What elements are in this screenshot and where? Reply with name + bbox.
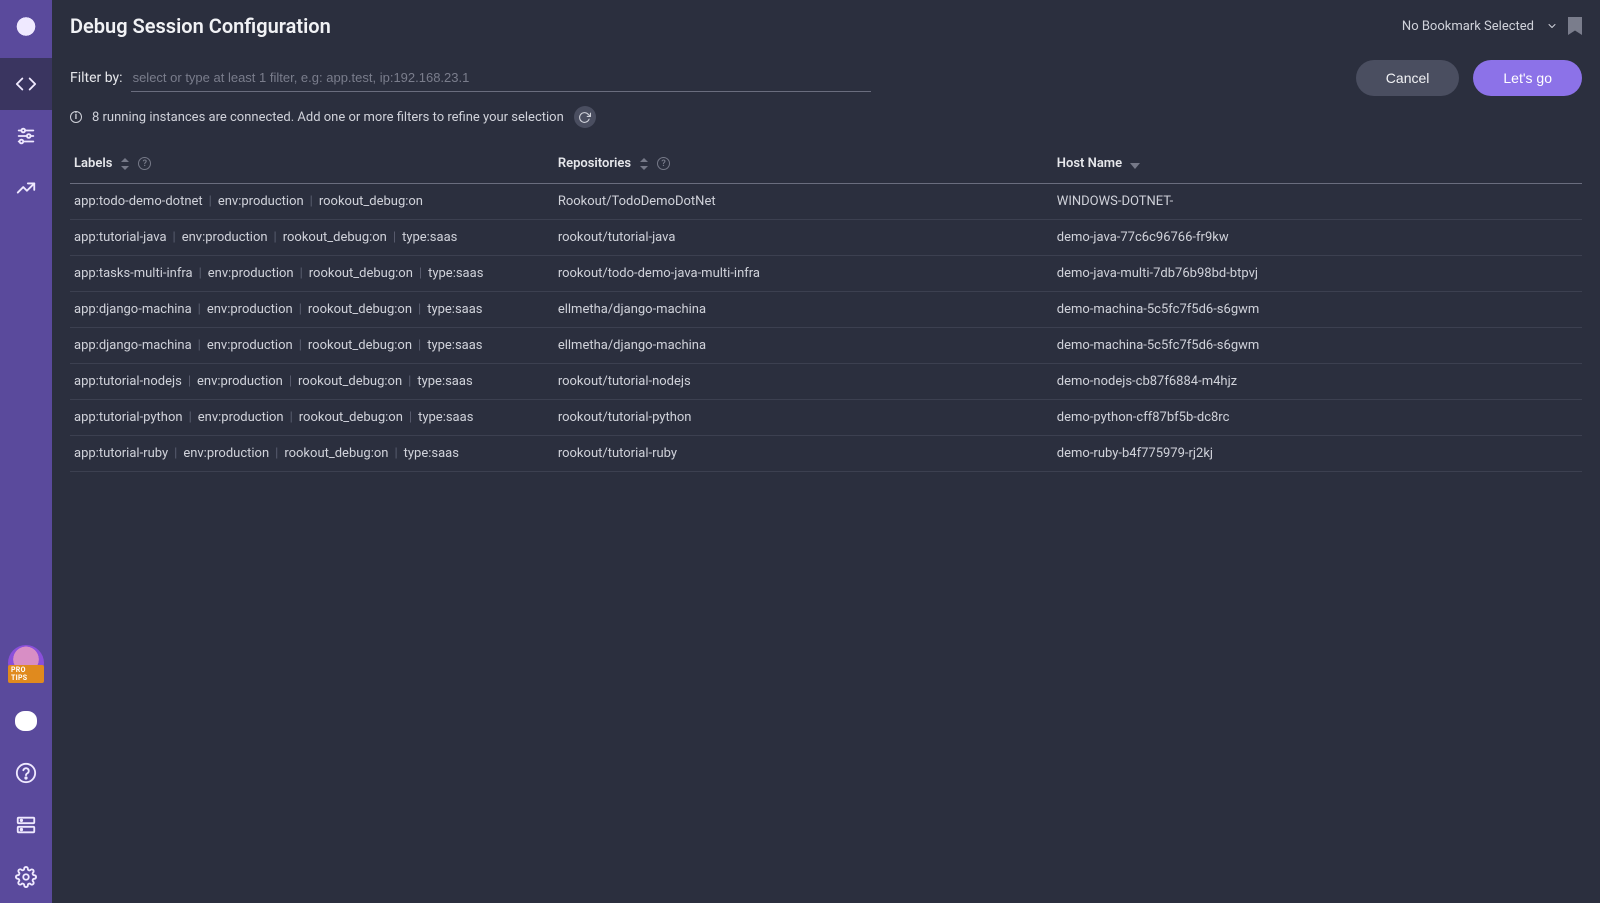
cell-hostname: demo-ruby-b4f775979-rj2kj (1053, 436, 1582, 472)
protips-label: PRO TIPS (8, 665, 44, 683)
refresh-icon (578, 111, 591, 124)
protips-badge[interactable]: PRO TIPS (8, 645, 44, 681)
cancel-button[interactable]: Cancel (1356, 60, 1460, 96)
cell-repository: ellmetha/django-machina (554, 292, 1053, 328)
cell-hostname: demo-machina-5c5fc7f5d6-s6gwm (1053, 328, 1582, 364)
refresh-button[interactable] (574, 106, 596, 128)
bookmark-select-label: No Bookmark Selected (1402, 19, 1534, 34)
help-icon[interactable]: ? (657, 157, 670, 170)
code-icon (15, 73, 37, 95)
cell-repository: rookout/tutorial-ruby (554, 436, 1053, 472)
cell-repository: rookout/todo-demo-java-multi-infra (554, 256, 1053, 292)
page-title: Debug Session Configuration (70, 14, 331, 38)
sidebar: PRO TIPS (0, 0, 52, 903)
status-row: i 8 running instances are connected. Add… (52, 96, 1600, 146)
chart-up-icon (15, 177, 37, 199)
sidebar-chat[interactable] (0, 695, 52, 747)
cell-labels: app:tutorial-ruby|env:production|rookout… (70, 436, 554, 472)
sort-icon (639, 158, 649, 170)
cell-hostname: demo-python-cff87bf5b-dc8rc (1053, 400, 1582, 436)
sidebar-help[interactable] (0, 747, 52, 799)
table-row[interactable]: app:django-machina|env:production|rookou… (70, 328, 1582, 364)
cell-labels: app:tutorial-java|env:production|rookout… (70, 220, 554, 256)
cell-repository: rookout/tutorial-java (554, 220, 1053, 256)
cell-labels: app:tutorial-python|env:production|rooko… (70, 400, 554, 436)
sidebar-settings[interactable] (0, 851, 52, 903)
cell-hostname: demo-java-multi-7db76b98bd-btpvj (1053, 256, 1582, 292)
server-icon (15, 814, 37, 836)
table-row[interactable]: app:django-machina|env:production|rookou… (70, 292, 1582, 328)
cell-hostname: demo-java-77c6c96766-fr9kw (1053, 220, 1582, 256)
cell-labels: app:todo-demo-dotnet|env:production|rook… (70, 184, 554, 220)
cell-hostname: demo-machina-5c5fc7f5d6-s6gwm (1053, 292, 1582, 328)
sort-icon (120, 158, 130, 170)
table-row[interactable]: app:tutorial-ruby|env:production|rookout… (70, 436, 1582, 472)
table-row[interactable]: app:tasks-multi-infra|env:production|roo… (70, 256, 1582, 292)
bookmark-icon[interactable] (1568, 17, 1582, 35)
info-icon: i (70, 111, 82, 123)
col-header-hostname[interactable]: Host Name (1057, 156, 1140, 171)
cell-labels: app:tasks-multi-infra|env:production|roo… (70, 256, 554, 292)
cell-repository: rookout/tutorial-nodejs (554, 364, 1053, 400)
cell-repository: rookout/tutorial-python (554, 400, 1053, 436)
cell-hostname: demo-nodejs-cb87f6884-m4hjz (1053, 364, 1582, 400)
col-header-repositories[interactable]: Repositories ? (558, 156, 670, 171)
sidebar-code[interactable] (0, 58, 52, 110)
table-row[interactable]: app:tutorial-python|env:production|rooko… (70, 400, 1582, 436)
col-header-labels[interactable]: Labels ? (74, 156, 151, 171)
status-message: 8 running instances are connected. Add o… (92, 110, 564, 125)
sidebar-analytics[interactable] (0, 162, 52, 214)
topbar: Debug Session Configuration No Bookmark … (52, 0, 1600, 42)
main-content: Debug Session Configuration No Bookmark … (52, 0, 1600, 903)
help-circle-icon (15, 762, 37, 784)
instances-table: Labels ? Repositories ? (70, 146, 1582, 472)
gear-icon (15, 866, 37, 888)
sort-desc-icon (1130, 159, 1140, 169)
filter-row: Filter by: Cancel Let's go (52, 42, 1600, 96)
cell-labels: app:django-machina|env:production|rookou… (70, 328, 554, 364)
sliders-icon (15, 125, 37, 147)
chat-icon (15, 711, 37, 731)
cell-labels: app:tutorial-nodejs|env:production|rooko… (70, 364, 554, 400)
bookmark-select[interactable]: No Bookmark Selected (1402, 19, 1558, 34)
lets-go-button[interactable]: Let's go (1473, 60, 1582, 96)
cell-repository: ellmetha/django-machina (554, 328, 1053, 364)
filter-input[interactable] (131, 64, 871, 92)
app-logo (0, 10, 52, 52)
table-row[interactable]: app:tutorial-java|env:production|rookout… (70, 220, 1582, 256)
help-icon[interactable]: ? (138, 157, 151, 170)
sidebar-sliders[interactable] (0, 110, 52, 162)
cell-repository: Rookout/TodoDemoDotNet (554, 184, 1053, 220)
cell-labels: app:django-machina|env:production|rookou… (70, 292, 554, 328)
table-row[interactable]: app:todo-demo-dotnet|env:production|rook… (70, 184, 1582, 220)
sidebar-servers[interactable] (0, 799, 52, 851)
cell-hostname: WINDOWS-DOTNET- (1053, 184, 1582, 220)
table-row[interactable]: app:tutorial-nodejs|env:production|rooko… (70, 364, 1582, 400)
filter-label: Filter by: (70, 70, 123, 86)
chevron-down-icon (1546, 20, 1558, 32)
